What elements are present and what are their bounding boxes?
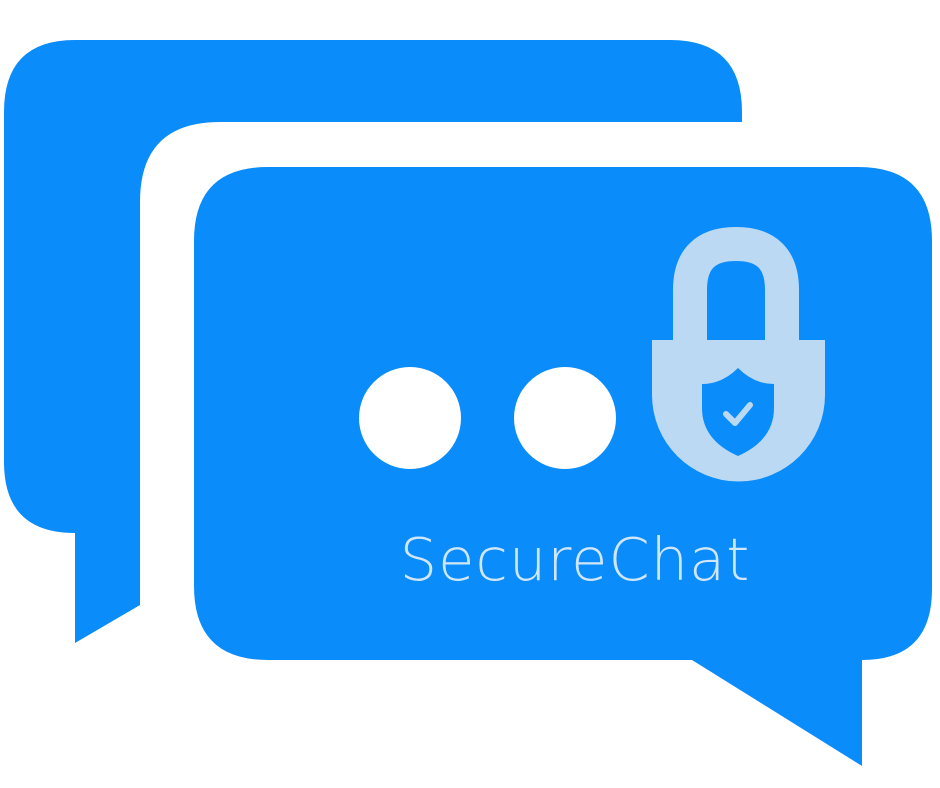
typing-dot-1 bbox=[359, 367, 461, 469]
typing-dot-2 bbox=[514, 367, 616, 469]
securechat-logo: SecureChat bbox=[4, 40, 932, 766]
brand-name: SecureChat bbox=[400, 525, 751, 594]
